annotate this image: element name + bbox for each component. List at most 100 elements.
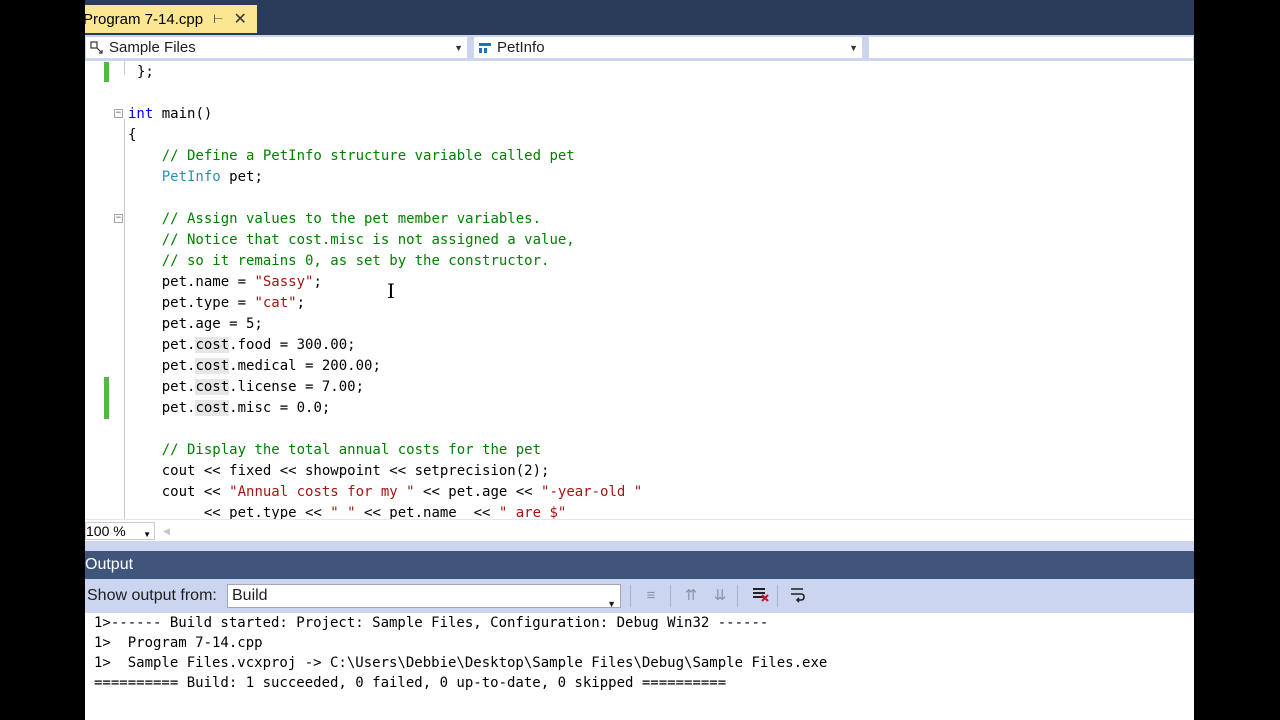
code-line: PetInfo pet; [128,167,263,188]
project-icon [90,40,104,55]
code-token: .license = 7.00; [229,379,365,395]
code-token: ; [296,295,306,311]
code-token: cost [195,379,230,395]
code-token: // Notice that cost.misc is not assigned… [161,232,575,248]
code-line: // Notice that cost.misc is not assigned… [128,230,575,251]
change-marker [104,377,109,419]
code-line: // Display the total annual costs for th… [128,440,541,461]
output-line: 1> Program 7-14.cpp [94,635,263,651]
project-name: Sample Files [109,39,196,56]
word-wrap-icon[interactable] [787,585,809,607]
output-line: 1> Sample Files.vcxproj -> C:\Users\Debb… [94,655,828,671]
code-token: " " [330,505,356,519]
code-token: pet. [128,358,196,374]
code-token: "Sassy" [254,274,314,290]
code-line: }; [137,62,154,83]
ide-window: Program 7-14.cpp ⊢ ✕ Sample Files ▼ PetI… [85,0,1194,720]
code-token: pet.type = [128,295,255,311]
code-token: ; [313,274,322,290]
code-token: PetInfo [161,169,221,185]
code-token: pet. [128,337,196,353]
code-token: pet. [128,400,196,416]
document-tab[interactable]: Program 7-14.cpp ⊢ ✕ [85,5,257,33]
code-line: pet.name = "Sassy"; [128,272,322,293]
clear-all-icon[interactable] [749,585,771,607]
document-tab-title: Program 7-14.cpp [85,10,204,28]
code-token: int [128,106,154,122]
code-token: cost [195,358,230,374]
code-token: .medical = 200.00; [229,358,381,374]
code-line: int main() [128,104,212,125]
member-dropdown[interactable] [868,36,1194,59]
code-token: // Define a PetInfo structure variable c… [161,148,575,164]
toolbar-separator [777,585,778,607]
change-marker [104,62,109,82]
scroll-left-icon[interactable]: ◀ [163,526,170,537]
code-line: pet.cost.misc = 0.0; [128,398,330,419]
code-token: pet.name = [128,274,255,290]
chevron-down-icon: ▼ [454,43,463,53]
code-token: cost [195,400,230,416]
code-line: pet.age = 5; [128,314,263,335]
zoom-dropdown[interactable]: 100 % ▼ [85,522,155,540]
editor-status-row: 100 % ▼ ◀ [85,519,1194,542]
output-toolbar: Show output from: Build ▼ ≡ ⇈ ⇊ [85,579,1194,613]
code-line: pet.type = "cat"; [128,293,305,314]
code-editor[interactable]: − − }; int main() { // Define a PetInfo st… [85,61,1194,519]
output-line: 1>------ Build started: Project: Sample … [94,615,769,631]
code-token: << pet.name << [355,505,499,519]
project-dropdown[interactable]: Sample Files ▼ [85,36,468,59]
scope-dropdown[interactable]: PetInfo ▼ [473,36,863,59]
code-token: "cat" [254,295,297,311]
code-line: pet.cost.food = 300.00; [128,335,356,356]
output-panel-title: Output [85,551,1194,579]
collapse-icon[interactable]: − [114,214,123,223]
close-icon[interactable]: ✕ [234,9,247,29]
struct-icon [478,41,492,55]
code-token: << pet.type << [128,505,331,519]
output-source-select[interactable]: Build ▼ [227,584,621,609]
code-token: { [128,127,137,143]
navigation-bar: Sample Files ▼ PetInfo ▼ [85,35,1194,61]
code-token: // Display the total annual costs for th… [161,442,542,458]
code-token: "Annual costs for my " [229,484,415,500]
indent-guide [124,119,125,519]
code-line: // Define a PetInfo structure variable c… [128,146,575,167]
toolbar-separator [630,585,631,607]
code-token: "-year-old " [541,484,643,500]
code-token: cout << [128,484,230,500]
panel-splitter[interactable] [85,541,1194,551]
chevron-down-icon: ▼ [607,599,616,609]
toolbar-separator [737,585,738,607]
find-message-icon[interactable]: ≡ [640,585,662,607]
code-line: cout << fixed << showpoint << setprecisi… [128,461,550,482]
output-line: ========== Build: 1 succeeded, 0 failed,… [94,675,727,691]
show-output-label: Show output from: [87,587,217,604]
code-token: .food = 300.00; [229,337,356,353]
code-line: pet.cost.medical = 200.00; [128,356,381,377]
indent-guide [124,61,125,75]
code-token: pet. [128,379,196,395]
toolbar-separator [670,585,671,607]
code-token: }; [137,64,154,80]
chevron-down-icon: ▼ [849,43,858,53]
output-text-area[interactable]: 1>------ Build started: Project: Sample … [85,613,1194,720]
text-cursor-icon: I [387,279,395,303]
next-message-icon[interactable]: ⇊ [709,585,731,607]
previous-message-icon[interactable]: ⇈ [680,585,702,607]
code-line: cout << "Annual costs for my " << pet.ag… [128,482,642,503]
code-token: cout << fixed << showpoint << setprecisi… [128,463,550,479]
code-token: // Assign values to the pet member varia… [161,211,542,227]
collapse-icon[interactable]: − [114,109,123,118]
code-line: // so it remains 0, as set by the constr… [128,251,550,272]
code-token: pet.age = 5; [128,316,263,332]
pin-icon[interactable]: ⊢ [213,12,223,26]
scope-name: PetInfo [497,39,545,56]
code-token: pet; [220,169,263,185]
